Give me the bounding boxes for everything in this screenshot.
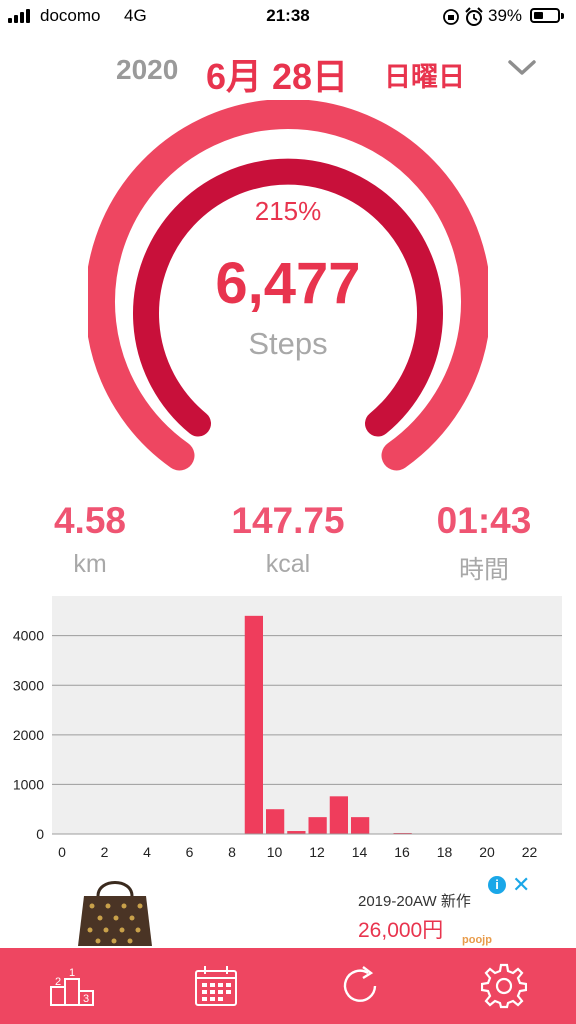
ranking-icon: 1 2 3: [50, 967, 94, 1006]
svg-text:3: 3: [83, 993, 89, 1005]
ad-brand: poojp: [462, 934, 492, 946]
distance-value: 4.58: [53, 500, 126, 541]
tab-calendar[interactable]: [144, 948, 288, 1024]
x-tick-label: 20: [479, 844, 495, 860]
x-tick-label: 2: [101, 844, 109, 860]
ad-info-icon[interactable]: i: [488, 876, 506, 894]
handbag-image: [78, 881, 152, 946]
date-weekday: 日曜日: [384, 62, 465, 92]
y-tick-label: 4000: [13, 628, 44, 644]
x-tick-label: 18: [437, 844, 453, 860]
bar-hour-13: [329, 796, 348, 834]
x-tick-label: 6: [186, 844, 194, 860]
x-tick-label: 16: [394, 844, 410, 860]
tab-bar: 1 2 3: [0, 948, 576, 1024]
date-header[interactable]: 2020 6月 28日 日曜日: [0, 48, 576, 97]
x-tick-label: 0: [58, 844, 66, 860]
x-tick-label: 10: [267, 844, 283, 860]
y-tick-label: 1000: [13, 776, 44, 792]
status-bar: docomo 4G 21:38 39%: [0, 0, 576, 34]
x-tick-label: 12: [309, 844, 325, 860]
y-tick-label: 2000: [13, 727, 44, 743]
y-tick-label: 0: [36, 826, 44, 842]
ad-price: 26,000円: [358, 919, 444, 942]
y-tick-label: 3000: [13, 677, 44, 693]
goal-percent: 215%: [254, 196, 322, 226]
ad-banner[interactable]: 2019-20AW 新作 26,000円 poojp i ✕: [44, 872, 532, 948]
bar-hour-14: [351, 817, 370, 834]
date-year: 2020: [116, 54, 179, 85]
tab-ranking[interactable]: 1 2 3: [0, 948, 144, 1024]
chart-plot-area: [52, 596, 562, 834]
calendar-icon: [195, 966, 237, 1006]
calories-unit: kcal: [265, 550, 311, 578]
date-day: 6月 28日: [206, 56, 349, 97]
step-count: 6,477: [215, 251, 361, 316]
bar-hour-12: [308, 817, 327, 834]
x-tick-label: 8: [228, 844, 236, 860]
steps-label: Steps: [248, 326, 328, 361]
battery-icon: [530, 8, 560, 23]
chevron-down-icon[interactable]: [506, 56, 538, 78]
tab-settings[interactable]: [432, 948, 576, 1024]
svg-text:2: 2: [55, 976, 61, 988]
duration-value: 01:43: [436, 500, 532, 541]
alarm-icon: [465, 7, 483, 26]
bar-hour-9: [244, 615, 263, 834]
x-tick-label: 14: [352, 844, 368, 860]
bar-hour-10: [266, 809, 285, 834]
tab-refresh[interactable]: [288, 948, 432, 1024]
rotation-lock-icon: [443, 9, 459, 25]
x-tick-label: 4: [143, 844, 151, 860]
battery-percent: 39%: [488, 6, 523, 25]
ad-close-icon[interactable]: ✕: [512, 872, 530, 898]
distance-unit: km: [73, 550, 107, 578]
calories-value: 147.75: [231, 500, 345, 541]
hourly-steps-chart: 0 1000 2000 3000 4000 0 2 4 6 8 10 12 14 16 18 20 22: [13, 596, 562, 860]
refresh-icon: [343, 966, 377, 1002]
duration-unit: 時間: [458, 556, 509, 584]
svg-text:1: 1: [69, 967, 75, 979]
gear-icon: [481, 963, 527, 1009]
ad-season: 2019-20AW 新作: [358, 893, 471, 910]
x-tick-label: 22: [522, 844, 538, 860]
